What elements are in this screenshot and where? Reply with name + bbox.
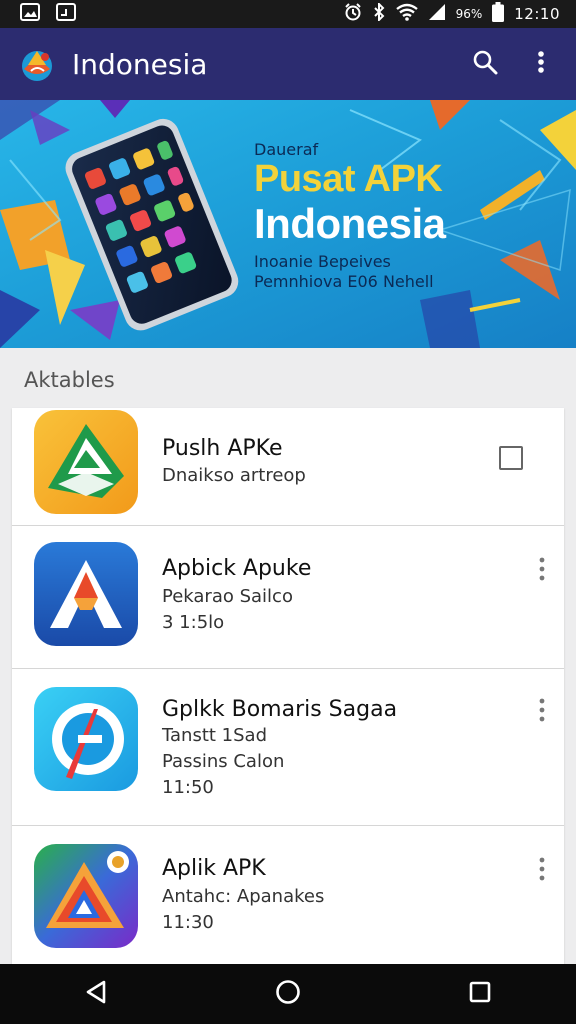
list-item[interactable]: Apbick Apuke Pekarao Sailco 3 1:5lo [12, 526, 564, 669]
banner-kicker: Daueraf [254, 140, 319, 159]
list-item[interactable]: Puslh APKe Dnaikso artreop [12, 408, 564, 526]
home-icon [275, 979, 301, 1010]
download-notification-icon [56, 2, 76, 26]
app-icon-apbick-apuke [34, 542, 138, 646]
select-checkbox[interactable] [499, 446, 523, 470]
more-vert-icon [539, 557, 545, 581]
app-detail: Tanstt 1Sad [162, 725, 268, 746]
app-name: Puslh APKe [162, 436, 283, 461]
list-item[interactable]: Aplik APK Antahc: Apanakes 11:30 [12, 826, 564, 964]
signal-icon [428, 3, 446, 26]
section-title: Aktables [24, 368, 115, 392]
back-icon [84, 979, 108, 1010]
app-timestamp: 11:30 [162, 912, 214, 933]
battery-icon [492, 1, 505, 27]
app-detail: Antahc: Apanakes [162, 886, 325, 907]
app-detail: Dnaikso artreop [162, 465, 306, 486]
app-icon-pusat-apk [34, 410, 138, 514]
more-vert-icon [537, 50, 545, 79]
back-button[interactable] [76, 974, 116, 1014]
image-notification-icon [20, 2, 40, 26]
app-icon-aplik-apk [34, 844, 138, 948]
app-timestamp: 3 1:5lo [162, 612, 225, 633]
banner-caption-line-2: Pemnhiova E06 Nehell [254, 272, 434, 291]
search-button[interactable] [470, 49, 500, 79]
list-item[interactable]: Gplkk Bomaris Sagaa Tanstt 1Sad Passins … [12, 669, 564, 826]
item-overflow-button[interactable] [536, 856, 548, 882]
app-list: Puslh APKe Dnaikso artreop Apbick Apuke … [12, 408, 564, 964]
app-name: Aplik APK [162, 856, 266, 881]
banner-title: Pusat APK [254, 158, 443, 200]
app-name: Apbick Apuke [162, 556, 312, 581]
app-detail: Passins Calon [162, 751, 285, 772]
alarm-icon [344, 2, 362, 26]
recents-icon [469, 981, 491, 1008]
clock: 12:10 [514, 5, 560, 23]
recents-button[interactable] [460, 974, 500, 1014]
app-icon-gplkk-bomaris-sagaa [34, 687, 138, 791]
app-title: Indonesia [72, 47, 208, 81]
app-logo-icon [18, 45, 56, 83]
status-bar: 96% 12:10 [0, 0, 576, 28]
more-vert-icon [539, 857, 545, 881]
bluetooth-icon [372, 1, 386, 26]
app-detail: Pekarao Sailco [162, 586, 293, 607]
app-bar: Indonesia [0, 28, 576, 100]
banner-caption-line-1: Inoanie Bepeives [254, 252, 391, 271]
battery-percent: 96% [455, 7, 483, 21]
wifi-icon [395, 3, 418, 26]
home-button[interactable] [268, 974, 308, 1014]
banner-subtitle: Indonesia [254, 200, 446, 247]
app-timestamp: 11:50 [162, 777, 214, 798]
system-nav-bar [0, 964, 576, 1024]
search-icon [472, 49, 498, 80]
overflow-menu-button[interactable] [526, 49, 556, 79]
more-vert-icon [539, 698, 545, 722]
promo-banner[interactable]: Daueraf Pusat APK Indonesia Inoanie Bepe… [0, 100, 576, 348]
item-overflow-button[interactable] [536, 556, 548, 582]
app-name: Gplkk Bomaris Sagaa [162, 697, 398, 722]
item-overflow-button[interactable] [536, 697, 548, 723]
